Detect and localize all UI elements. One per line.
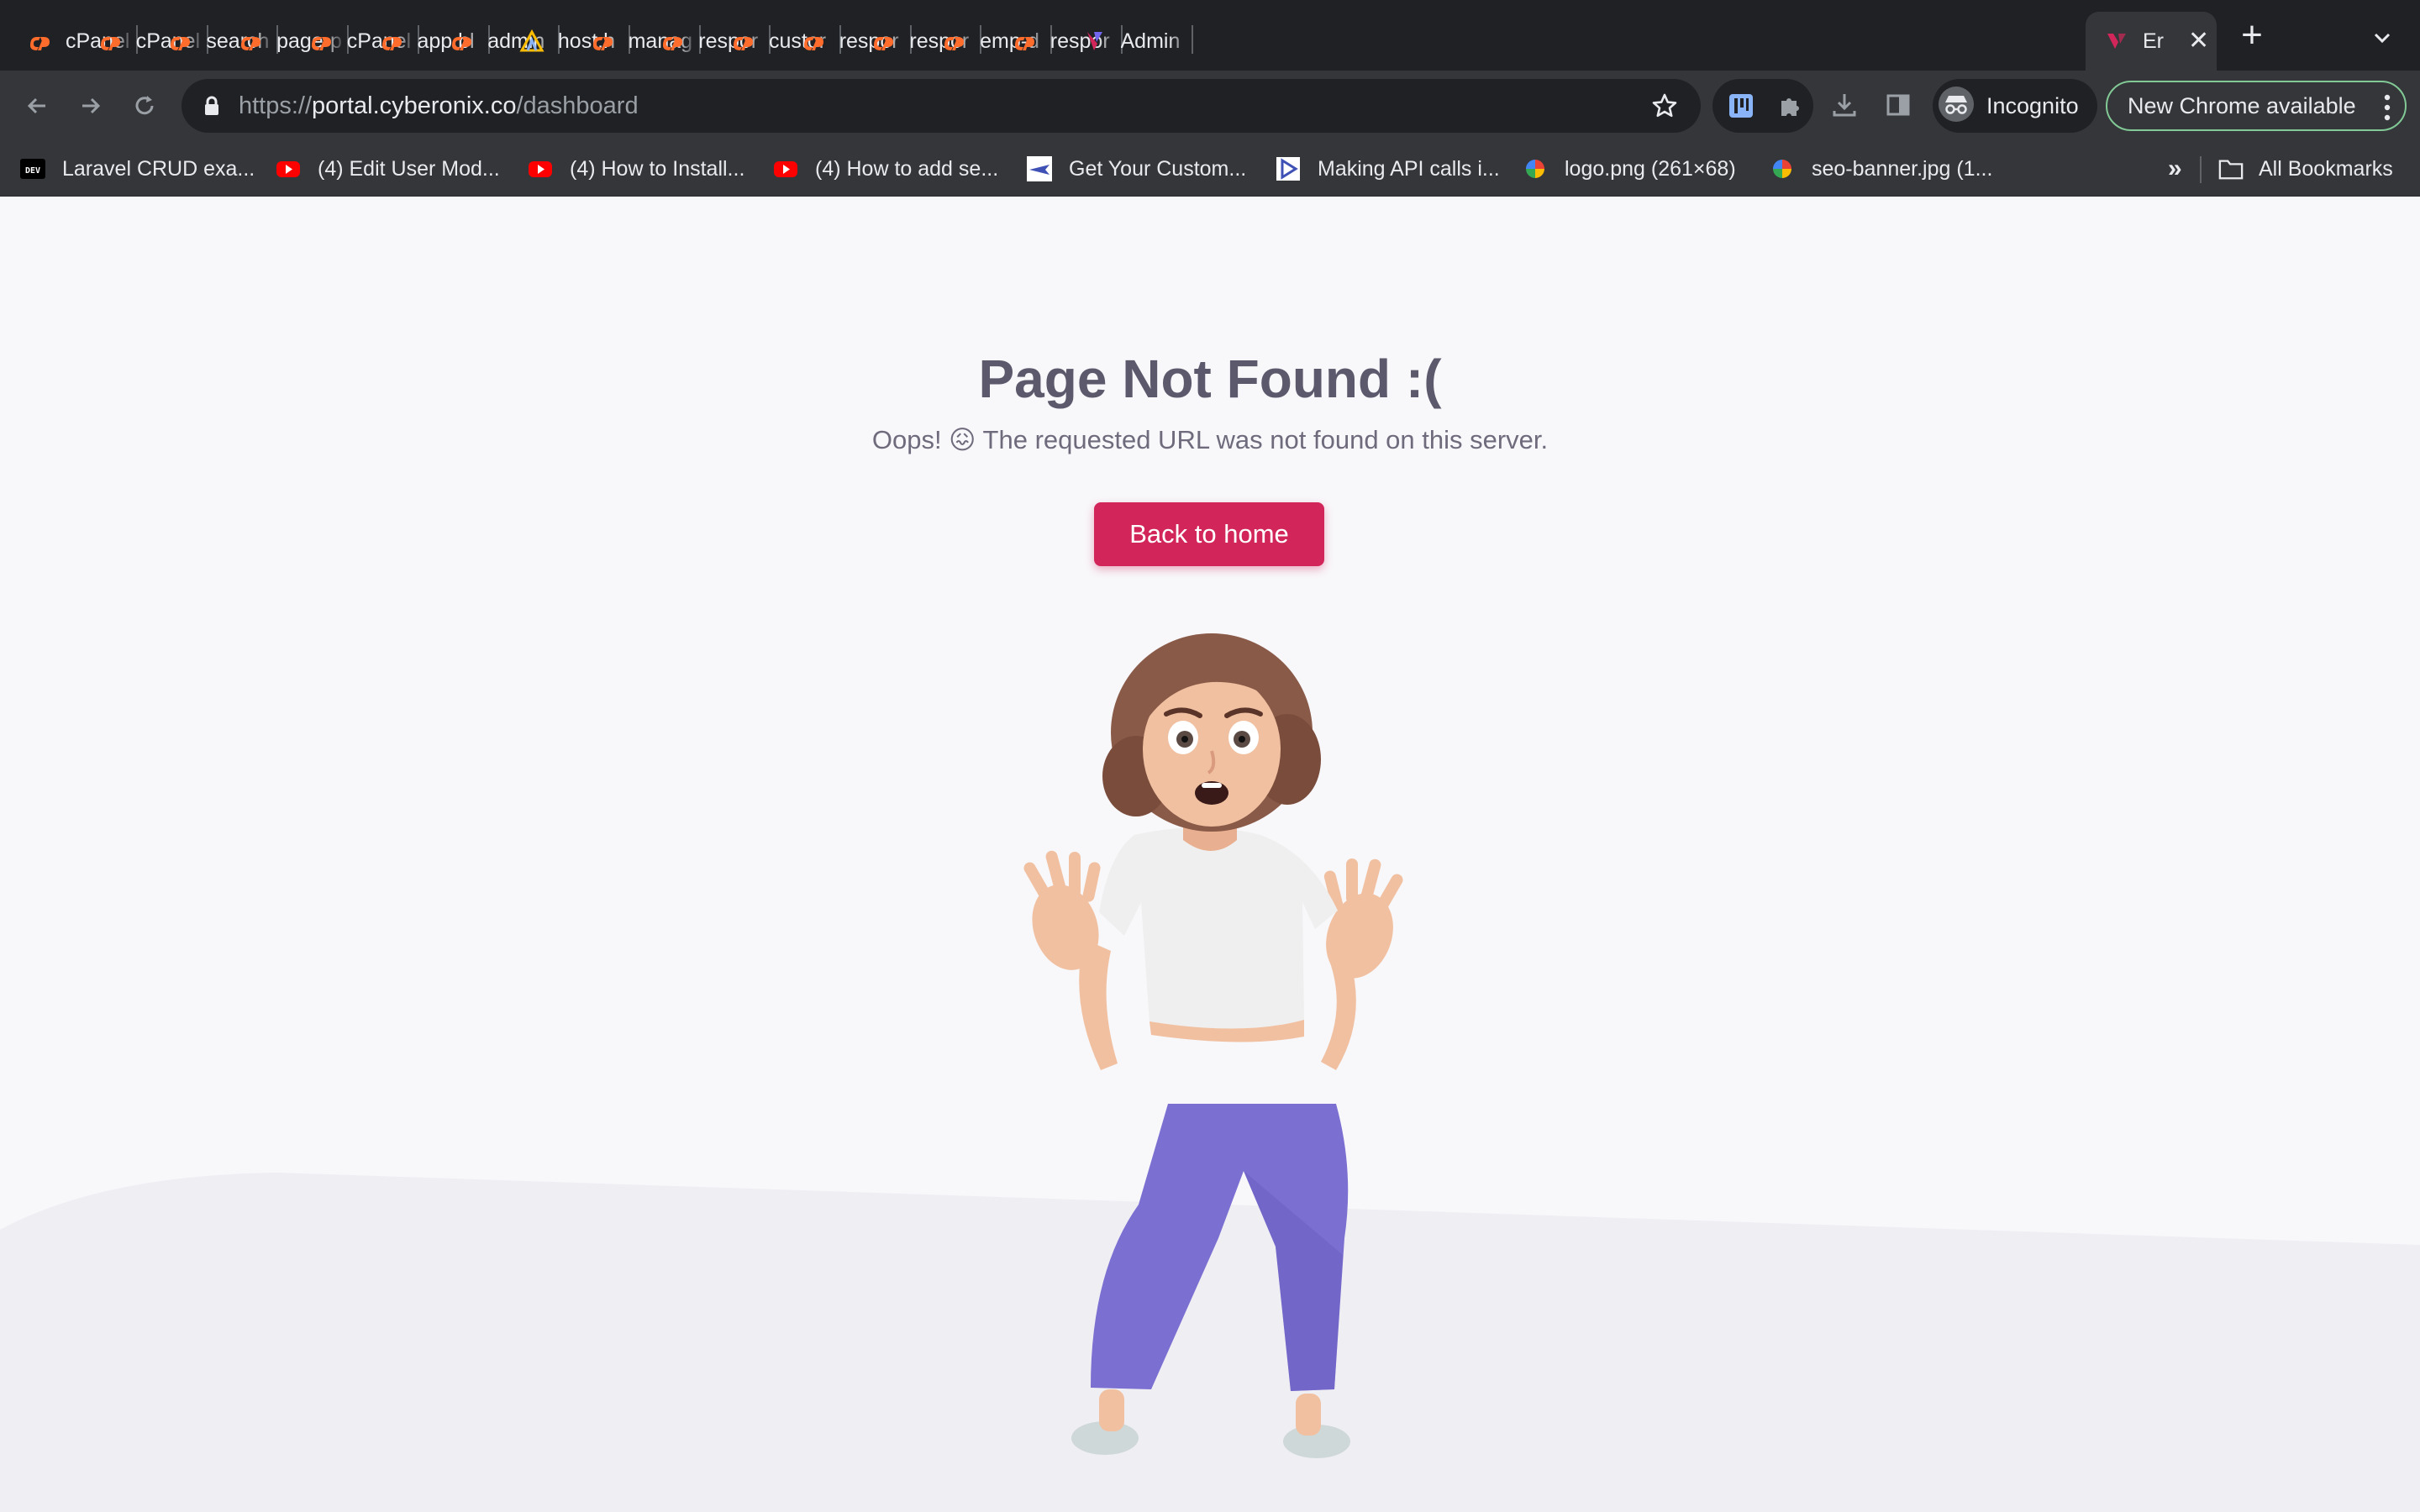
close-tab-icon[interactable]: ✕ xyxy=(2188,29,2209,54)
cpanel-icon xyxy=(97,29,123,54)
cpanel-icon xyxy=(660,29,685,54)
bookmarks-divider xyxy=(2200,156,2202,183)
bookmark-label: (4) Edit User Mod... xyxy=(318,156,500,181)
arrow-left-icon xyxy=(27,97,45,114)
new-tab-button[interactable]: + xyxy=(2235,17,2269,54)
bookmark-item[interactable]: (4) Edit User Mod... xyxy=(276,141,500,197)
bookmark-item[interactable]: DEV Laravel CRUD exa... xyxy=(20,141,255,197)
cpanel-icon xyxy=(801,29,826,54)
surprised-woman-illustration xyxy=(1023,633,1403,1458)
tab-separator xyxy=(1191,25,1193,54)
cpanel-icon xyxy=(308,29,334,54)
forward-button[interactable] xyxy=(72,87,109,124)
chevron-down-icon xyxy=(2374,33,2391,44)
extension-icon[interactable] xyxy=(1726,91,1756,125)
reload-icon xyxy=(135,96,154,115)
plane-icon xyxy=(1027,156,1052,181)
error-message: Oops! 😖 The requested URL was not found … xyxy=(871,425,1549,454)
bookmarks-bar: DEV Laravel CRUD exa... (4) Edit User Mod.… xyxy=(0,141,2420,197)
reload-button[interactable] xyxy=(126,87,163,124)
browser-tab[interactable]: Admin xyxy=(1064,12,1190,71)
host-icon xyxy=(519,29,544,54)
menu-kebab-icon[interactable] xyxy=(2383,93,2391,128)
play-icon xyxy=(1276,156,1301,181)
cpanel-icon xyxy=(238,29,263,54)
bookmark-item[interactable]: (4) How to Install... xyxy=(528,141,744,197)
cpanel-icon xyxy=(379,29,404,54)
page-content: Page Not Found :( Oops! 😖 The requested … xyxy=(0,197,2420,1512)
chrome-update-button[interactable]: New Chrome available xyxy=(2106,81,2407,131)
extensions-area xyxy=(1712,79,1813,133)
youtube-icon xyxy=(528,156,553,181)
back-to-home-button[interactable]: Back to home xyxy=(1094,502,1324,566)
youtube-icon xyxy=(276,156,301,181)
bookmark-item[interactable]: (4) How to add se... xyxy=(773,141,998,197)
bookmark-label: Laravel CRUD exa... xyxy=(62,156,255,181)
back-button[interactable] xyxy=(18,87,55,124)
bookmark-item[interactable]: Making API calls i... xyxy=(1276,141,1500,197)
all-bookmarks-label: All Bookmarks xyxy=(2259,156,2393,181)
all-bookmarks-button[interactable]: All Bookmarks xyxy=(2218,141,2393,197)
dev-icon: DEV xyxy=(20,156,45,181)
bookmark-item[interactable]: Get Your Custom... xyxy=(1027,141,1246,197)
tab-title: Admin xyxy=(1120,29,1181,53)
bookmark-star-icon[interactable] xyxy=(1650,92,1679,124)
url-path: /dashboard xyxy=(516,92,639,119)
admin-icon xyxy=(1082,29,1107,54)
cpanel-icon xyxy=(1012,29,1037,54)
cpanel-icon xyxy=(941,29,966,54)
tab-strip: cPanel cPanel search page-p cPanel app.bl admi… xyxy=(0,0,2420,71)
address-bar[interactable]: https://portal.cyberonix.co/dashboard xyxy=(182,79,1701,133)
tab-active[interactable]: Er ✕ xyxy=(2086,12,2217,71)
youtube-icon xyxy=(773,156,798,181)
active-tab-title: Er xyxy=(2143,29,2164,53)
update-label: New Chrome available xyxy=(2128,92,2356,118)
tab-search-button[interactable] xyxy=(2368,24,2396,52)
cpanel-icon xyxy=(27,29,52,54)
browser-toolbar: https://portal.cyberonix.co/dashboard In… xyxy=(0,71,2420,141)
url-host: portal.cyberonix.co xyxy=(312,92,517,119)
download-icon[interactable] xyxy=(1830,91,1859,123)
bookmark-label: Get Your Custom... xyxy=(1069,156,1247,181)
svg-text:DEV: DEV xyxy=(25,166,40,176)
incognito-indicator[interactable]: Incognito xyxy=(1933,79,2097,133)
bookmark-label: (4) How to add se... xyxy=(815,156,999,181)
bookmarks-overflow-button[interactable]: » xyxy=(2168,155,2182,183)
page-title: Page Not Found :( xyxy=(978,349,1442,409)
bookmark-label: (4) How to Install... xyxy=(570,156,745,181)
vuexy-icon xyxy=(2104,29,2129,54)
url-scheme: https:// xyxy=(239,92,313,119)
arrow-right-icon xyxy=(82,97,101,114)
bookmark-label: seo-banner.jpg (1... xyxy=(1812,156,1993,181)
bookmark-label: logo.png (261×68) xyxy=(1565,156,1736,181)
cpanel-icon xyxy=(871,29,896,54)
bookmark-label: Making API calls i... xyxy=(1318,156,1500,181)
cpanel-icon xyxy=(449,29,474,54)
puzzle-icon[interactable] xyxy=(1776,92,1803,123)
cpanel-icon xyxy=(590,29,615,54)
folder-icon xyxy=(2218,156,2244,181)
image-icon xyxy=(1523,156,1548,181)
lock-icon xyxy=(203,96,220,120)
url-text[interactable]: https://portal.cyberonix.co/dashboard xyxy=(239,92,639,120)
incognito-label: Incognito xyxy=(1986,92,2079,118)
incognito-icon xyxy=(1938,86,1975,127)
cpanel-icon xyxy=(167,29,192,54)
image-icon xyxy=(1770,156,1795,181)
side-panel-icon[interactable] xyxy=(1884,91,1912,123)
bookmark-item[interactable]: seo-banner.jpg (1... xyxy=(1770,141,1992,197)
cpanel-icon xyxy=(730,29,755,54)
bookmark-item[interactable]: logo.png (261×68) xyxy=(1523,141,1736,197)
